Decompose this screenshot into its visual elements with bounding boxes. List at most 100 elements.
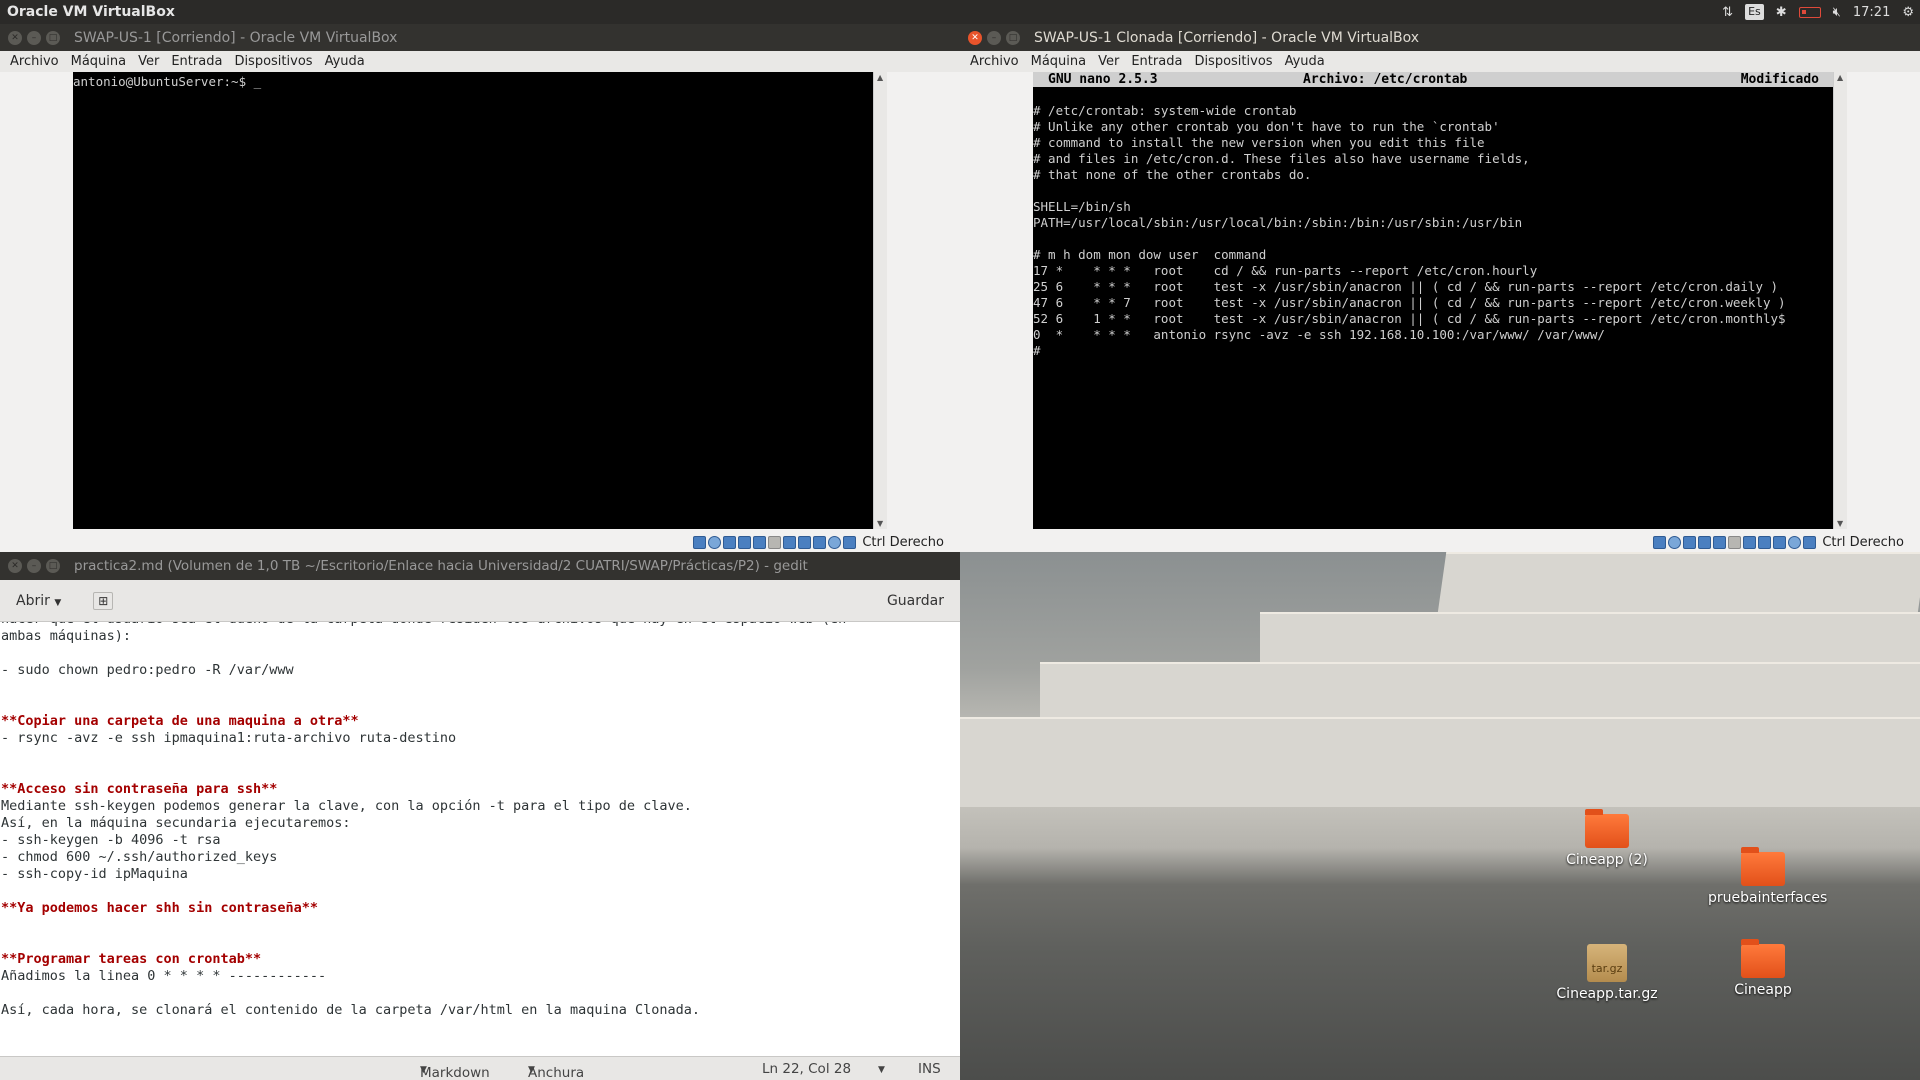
editor-text-line: **Ya podemos hacer shh sin contraseña**: [1, 900, 318, 916]
language-label: Markdown: [420, 1065, 490, 1080]
mouse-integration-icon[interactable]: [828, 535, 842, 549]
network-icon[interactable]: [1698, 535, 1712, 549]
chevron-down-icon: ▼: [420, 1065, 427, 1075]
hard-disk-icon[interactable]: [1653, 535, 1667, 549]
icon-label: Cineapp.tar.gz: [1556, 986, 1658, 1002]
scroll-up-icon[interactable]: ▲: [877, 73, 883, 82]
minimize-button[interactable]: –: [987, 30, 1001, 45]
desktop-archive-cineapp-tar-gz[interactable]: tar.gz Cineapp.tar.gz: [1552, 944, 1662, 1002]
new-tab-icon[interactable]: ⊞: [93, 591, 114, 610]
nano-filename: Archivo: /etc/crontab: [1303, 72, 1468, 87]
audio-icon[interactable]: [1683, 535, 1697, 549]
cpu-icon[interactable]: [1773, 535, 1787, 549]
close-button[interactable]: ✕: [968, 30, 982, 45]
keyboard-layout-indicator[interactable]: Es: [1745, 4, 1764, 20]
nano-version: GNU nano 2.5.3: [1048, 72, 1158, 87]
active-app-name: Oracle VM VirtualBox: [7, 4, 175, 20]
folder-icon: [1585, 809, 1629, 848]
settings-gear-icon[interactable]: ⚙: [1902, 5, 1914, 20]
usb-icon[interactable]: [753, 535, 767, 549]
window-titlebar[interactable]: ✕ – □ SWAP-US-1 [Corriendo] - Oracle VM …: [0, 24, 960, 51]
nano-text-line: SHELL=/bin/sh: [1033, 199, 1131, 214]
window-titlebar[interactable]: ✕ – □ SWAP-US-1 Clonada [Corriendo] - Or…: [960, 24, 1920, 51]
host-key-label: Ctrl Derecho: [862, 534, 944, 550]
nano-header-bar: GNU nano 2.5.3 Archivo: /etc/crontab Mod…: [1033, 72, 1833, 87]
menu-ver[interactable]: Ver: [1092, 54, 1125, 69]
maximize-button[interactable]: □: [46, 559, 60, 573]
minimize-button[interactable]: –: [27, 559, 41, 573]
clock[interactable]: 17:21: [1853, 5, 1890, 20]
menu-ver[interactable]: Ver: [132, 54, 165, 69]
battery-icon[interactable]: [1798, 6, 1821, 18]
vm-console[interactable]: GNU nano 2.5.3 Archivo: /etc/crontab Mod…: [1033, 72, 1833, 529]
display-icon[interactable]: [1743, 535, 1757, 549]
window-title: SWAP-US-1 [Corriendo] - Oracle VM Virtua…: [74, 29, 398, 46]
desktop-folder-cineapp-2[interactable]: Cineapp (2): [1552, 809, 1662, 868]
nano-text-line: # and files in /etc/cron.d. These files …: [1033, 151, 1530, 166]
icon-label: pruebainterfaces: [1708, 890, 1828, 906]
nano-text-area[interactable]: # /etc/crontab: system-wide crontab # Unl…: [1033, 87, 1833, 359]
keyboard-capture-icon[interactable]: [1803, 535, 1817, 549]
nano-text-line: 52 6 1 * * root test -x /usr/sbin/anacro…: [1033, 311, 1786, 326]
vm-console[interactable]: antonio@UbuntuServer:~$ _: [73, 72, 873, 529]
menu-archivo[interactable]: Archivo: [964, 54, 1025, 69]
display-icon[interactable]: [783, 535, 797, 549]
vertical-scrollbar[interactable]: ▲ ▼: [1833, 72, 1847, 529]
save-button[interactable]: Guardar: [877, 589, 954, 613]
mouse-integration-icon[interactable]: [1788, 535, 1802, 549]
cpu-icon[interactable]: [813, 535, 827, 549]
open-button[interactable]: Abrir ▼: [6, 589, 71, 613]
menu-dispositivos[interactable]: Dispositivos: [1188, 54, 1278, 69]
shared-folders-icon[interactable]: [1728, 535, 1742, 549]
menu-archivo[interactable]: Archivo: [4, 54, 65, 69]
menu-ayuda[interactable]: Ayuda: [1279, 54, 1331, 69]
insert-mode[interactable]: INS: [918, 1061, 941, 1077]
desktop-folder-cineapp[interactable]: Cineapp: [1708, 939, 1818, 998]
close-button[interactable]: ✕: [8, 559, 22, 573]
menu-entrada[interactable]: Entrada: [165, 54, 228, 69]
editor-text-line: Añadimos la linea 0 * * * * ------------: [1, 968, 327, 984]
menu-dispositivos[interactable]: Dispositivos: [228, 54, 318, 69]
minimize-button[interactable]: –: [27, 30, 41, 45]
editor-text-line: [0, 985, 960, 1002]
menu-entrada[interactable]: Entrada: [1125, 54, 1188, 69]
nano-text-line: [1033, 231, 1833, 247]
scroll-down-icon[interactable]: ▼: [1837, 519, 1843, 528]
maximize-button[interactable]: □: [46, 30, 60, 45]
close-button[interactable]: ✕: [8, 30, 22, 45]
chevron-down-icon: ▼: [54, 597, 62, 608]
keyboard-capture-icon[interactable]: [843, 535, 857, 549]
scroll-down-icon[interactable]: ▼: [877, 519, 883, 528]
desktop-folder-pruebainterfaces[interactable]: pruebainterfaces: [1708, 847, 1827, 906]
vertical-scrollbar[interactable]: ▲ ▼: [873, 72, 887, 529]
editor-text-line: [0, 917, 960, 934]
maximize-button[interactable]: □: [1006, 30, 1020, 45]
video-capture-icon[interactable]: [1758, 535, 1772, 549]
shell-prompt: antonio@UbuntuServer:~$ _: [73, 74, 262, 89]
window-titlebar[interactable]: ✕ – □ practica2.md (Volumen de 1,0 TB ~/…: [0, 552, 960, 580]
menu-ayuda[interactable]: Ayuda: [319, 54, 371, 69]
optical-drive-icon[interactable]: [1668, 535, 1682, 549]
nano-text-line: # m h dom mon dow user command: [1033, 247, 1267, 262]
menu-maquina[interactable]: Máquina: [1025, 54, 1093, 69]
editor-text-line: [0, 696, 960, 713]
hard-disk-icon[interactable]: [693, 535, 707, 549]
network-icon[interactable]: [738, 535, 752, 549]
vm-status-bar: Ctrl Derecho: [960, 532, 1920, 552]
menu-maquina[interactable]: Máquina: [65, 54, 133, 69]
volume-muted-icon[interactable]: 🔇︎: [1833, 5, 1841, 20]
virtualbox-window-swap-us-1-clonada: ✕ – □ SWAP-US-1 Clonada [Corriendo] - Or…: [960, 24, 1920, 552]
scroll-up-icon[interactable]: ▲: [1837, 73, 1843, 82]
nano-text-line: # Unlike any other crontab you don't hav…: [1033, 119, 1500, 134]
editor-text-line: [0, 645, 960, 662]
text-editor-area[interactable]: hacer que el usuario sea el dueño de la …: [0, 622, 960, 1057]
optical-drive-icon[interactable]: [708, 535, 722, 549]
network-transfer-icon[interactable]: ⇅: [1722, 5, 1733, 20]
usb-icon[interactable]: [1713, 535, 1727, 549]
video-capture-icon[interactable]: [798, 535, 812, 549]
audio-icon[interactable]: [723, 535, 737, 549]
bluetooth-icon[interactable]: ✱: [1776, 5, 1787, 20]
gedit-status-bar: Markdown ▼ Anchura de la pestaña: 8 ▼ Ln…: [0, 1056, 960, 1080]
editor-text-line: [0, 934, 960, 951]
shared-folders-icon[interactable]: [768, 535, 782, 549]
